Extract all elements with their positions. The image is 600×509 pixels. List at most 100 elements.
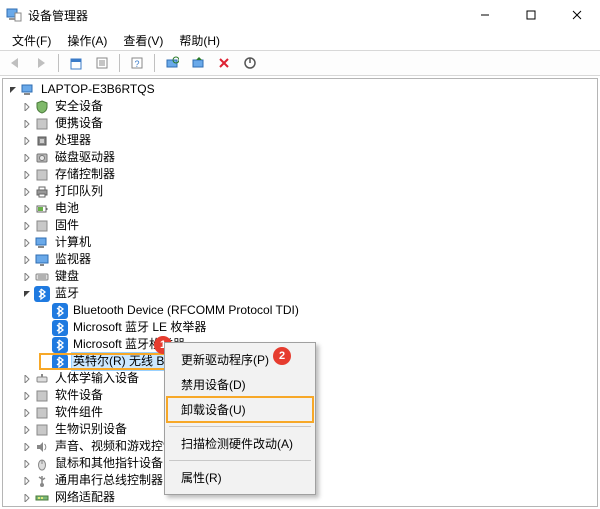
tree-item[interactable]: 处理器 — [5, 132, 597, 149]
tree-item-label: 便携设备 — [53, 115, 105, 132]
context-menu-properties[interactable]: 属性(R) — [167, 465, 313, 490]
expander-icon[interactable] — [21, 443, 33, 451]
tree-item-bluetooth[interactable]: 蓝牙 — [5, 285, 597, 302]
window-title: 设备管理器 — [28, 7, 88, 24]
uninstall-button[interactable] — [213, 52, 235, 74]
expander-icon[interactable] — [21, 120, 33, 128]
expander-icon[interactable] — [21, 460, 33, 468]
pc-icon — [20, 82, 36, 98]
tree-item-label: 处理器 — [53, 132, 93, 149]
expander-icon[interactable] — [21, 256, 33, 264]
expander-icon[interactable] — [21, 222, 33, 230]
device-tree[interactable]: LAPTOP-E3B6RTQS安全设备便携设备处理器磁盘驱动器存储控制器打印队列… — [2, 78, 598, 507]
tree-item[interactable]: 打印队列 — [5, 183, 597, 200]
expander-icon[interactable] — [21, 154, 33, 162]
expander-icon[interactable] — [21, 375, 33, 383]
expander-icon[interactable] — [21, 392, 33, 400]
menu-view[interactable]: 查看(V) — [115, 30, 171, 51]
expander-icon[interactable] — [21, 290, 33, 298]
expander-icon[interactable] — [21, 273, 33, 281]
tree-item-label: 软件设备 — [53, 387, 105, 404]
tree-item[interactable]: 存储控制器 — [5, 166, 597, 183]
expander-icon[interactable] — [21, 426, 33, 434]
minimize-button[interactable] — [462, 0, 508, 30]
tree-item-label: LAPTOP-E3B6RTQS — [39, 81, 157, 98]
tree-item-label: 磁盘驱动器 — [53, 149, 117, 166]
tree-item-label: 蓝牙 — [53, 285, 81, 302]
bluetooth-icon — [34, 286, 50, 302]
tree-item-label: 系统设备 — [53, 506, 105, 507]
tree-item-label: Bluetooth Device (RFCOMM Protocol TDI) — [71, 302, 301, 319]
-icon — [34, 218, 50, 234]
context-menu-scan[interactable]: 扫描检测硬件改动(A) — [167, 431, 313, 456]
tree-root[interactable]: LAPTOP-E3B6RTQS — [5, 81, 597, 98]
expander-icon[interactable] — [21, 103, 33, 111]
menubar: 文件(F) 操作(A) 查看(V) 帮助(H) — [0, 30, 600, 50]
tree-item[interactable]: 电池 — [5, 200, 597, 217]
context-menu-disable[interactable]: 禁用设备(D) — [167, 372, 313, 397]
expander-icon[interactable] — [21, 137, 33, 145]
-icon — [34, 507, 50, 508]
cpu-icon — [34, 133, 50, 149]
tree-item[interactable]: 磁盘驱动器 — [5, 149, 597, 166]
tree-item[interactable]: 便携设备 — [5, 115, 597, 132]
expander-icon[interactable] — [21, 494, 33, 502]
tree-item[interactable]: 键盘 — [5, 268, 597, 285]
-icon — [34, 116, 50, 132]
context-menu-uninstall[interactable]: 卸载设备(U) — [167, 397, 313, 422]
tree-item-label: 软件组件 — [53, 404, 105, 421]
sound-icon — [34, 439, 50, 455]
tree-item[interactable]: 固件 — [5, 217, 597, 234]
menu-file[interactable]: 文件(F) — [4, 30, 59, 51]
expander-icon[interactable] — [21, 205, 33, 213]
battery-icon — [34, 201, 50, 217]
bluetooth-icon — [52, 303, 68, 319]
printer-icon — [34, 184, 50, 200]
keyboard-icon — [34, 269, 50, 285]
tree-item-label: 键盘 — [53, 268, 81, 285]
context-menu: 更新驱动程序(P)禁用设备(D)卸载设备(U) 扫描检测硬件改动(A) 属性(R) — [164, 342, 316, 495]
-icon — [34, 388, 50, 404]
shield-icon — [34, 99, 50, 115]
tree-item[interactable]: 系统设备 — [5, 506, 597, 507]
tree-item[interactable]: Microsoft 蓝牙 LE 枚举器 — [5, 319, 597, 336]
pc-icon — [34, 235, 50, 251]
help-button[interactable]: ? — [126, 52, 148, 74]
show-hidden-button[interactable] — [65, 52, 87, 74]
tree-item[interactable]: 监视器 — [5, 251, 597, 268]
menu-action[interactable]: 操作(A) — [59, 30, 115, 51]
bluetooth-icon — [52, 337, 68, 353]
context-menu-update-driver[interactable]: 更新驱动程序(P) — [167, 347, 313, 372]
hid-icon — [34, 371, 50, 387]
tree-item[interactable]: Bluetooth Device (RFCOMM Protocol TDI) — [5, 302, 597, 319]
scan-hardware-button[interactable] — [161, 52, 183, 74]
tree-item-label: 网络适配器 — [53, 489, 117, 506]
expander-icon[interactable] — [21, 409, 33, 417]
-icon — [34, 405, 50, 421]
close-button[interactable] — [554, 0, 600, 30]
expander-icon[interactable] — [21, 171, 33, 179]
expander-icon[interactable] — [21, 239, 33, 247]
toolbar: ? — [0, 50, 600, 76]
tree-item-label: 电池 — [53, 200, 81, 217]
update-driver-button[interactable] — [187, 52, 209, 74]
window-titlebar: 设备管理器 — [0, 0, 600, 30]
expander-icon[interactable] — [21, 188, 33, 196]
disable-button[interactable] — [239, 52, 261, 74]
back-button[interactable] — [4, 52, 26, 74]
usb-icon — [34, 473, 50, 489]
tree-item[interactable]: 安全设备 — [5, 98, 597, 115]
tree-item[interactable]: 计算机 — [5, 234, 597, 251]
bluetooth-icon — [52, 320, 68, 336]
svg-text:?: ? — [134, 59, 139, 69]
menu-help[interactable]: 帮助(H) — [171, 30, 228, 51]
maximize-button[interactable] — [508, 0, 554, 30]
toolbar-separator — [58, 54, 59, 72]
mouse-icon — [34, 456, 50, 472]
tree-item-label: 安全设备 — [53, 98, 105, 115]
tree-item-label: 监视器 — [53, 251, 93, 268]
forward-button[interactable] — [30, 52, 52, 74]
expander-icon[interactable] — [21, 477, 33, 485]
expander-icon[interactable] — [7, 86, 19, 94]
properties-button[interactable] — [91, 52, 113, 74]
